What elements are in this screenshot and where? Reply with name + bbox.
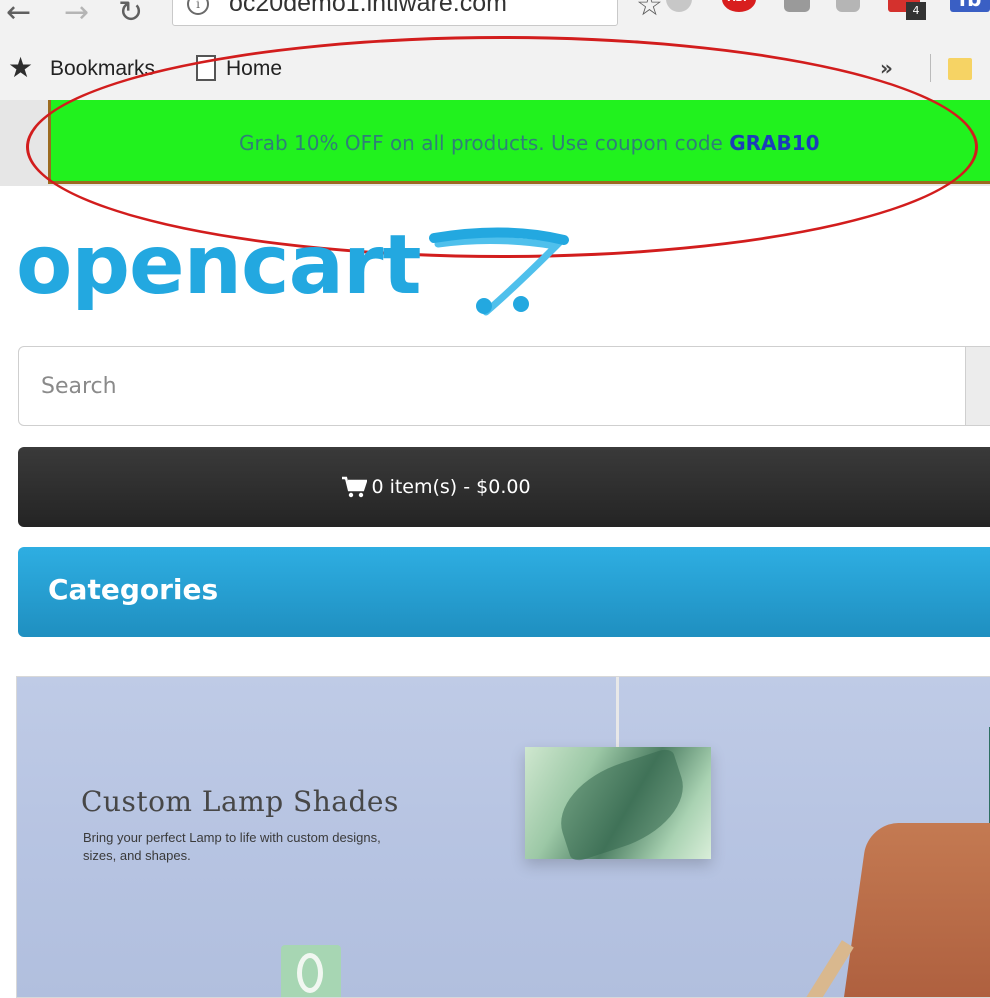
chair-image <box>837 823 990 997</box>
coupon-code: GRAB10 <box>729 131 820 155</box>
cart-button[interactable]: 0 item(s) - $0.00 <box>18 447 990 527</box>
promo-message: Grab 10% OFF on all products. Use coupon… <box>239 131 820 155</box>
bookmarks-star-icon: ★ <box>8 51 34 84</box>
reload-icon[interactable]: ↻ <box>118 0 143 28</box>
address-bar[interactable]: i oc20demo1.intiware.com <box>172 0 618 26</box>
promo-section: Grab 10% OFF on all products. Use coupon… <box>0 100 990 186</box>
site-info-icon[interactable]: i <box>187 0 209 15</box>
small-lamp-logo <box>297 953 323 993</box>
banner-heading: Custom Lamp Shades <box>81 785 399 818</box>
extension-badge: 4 <box>906 2 926 20</box>
address-bar-url: oc20demo1.intiware.com <box>229 0 507 17</box>
bookmark-folder-icon[interactable] <box>948 58 972 80</box>
categories-menu[interactable]: Categories <box>18 547 990 637</box>
promo-bar: Grab 10% OFF on all products. Use coupon… <box>48 100 990 184</box>
page-icon <box>196 55 216 81</box>
back-arrow-icon[interactable]: ← <box>6 0 31 28</box>
bookmarks-divider <box>930 54 931 82</box>
cart-summary: 0 item(s) - $0.00 <box>371 476 531 498</box>
bookmarks-bar: ★ Bookmarks Home » <box>0 52 990 86</box>
puzzle-extension-icon[interactable] <box>836 0 860 12</box>
store-logo[interactable]: opencart <box>16 216 576 326</box>
hero-banner[interactable]: Custom Lamp Shades Bring your perfect La… <box>16 676 990 998</box>
browser-nav-row: ← → ↻ i oc20demo1.intiware.com ☆ ABP 4 f… <box>0 0 990 38</box>
adblock-icon[interactable]: ABP <box>722 0 756 12</box>
shopping-cart-icon <box>342 476 368 498</box>
search-button[interactable] <box>965 347 990 425</box>
promo-text: Grab 10% OFF on all products. Use coupon… <box>239 131 730 155</box>
bookmarks-folder-link[interactable]: Bookmarks <box>50 57 155 81</box>
home-bookmark-link[interactable]: Home <box>226 57 282 81</box>
browser-chrome: ← → ↻ i oc20demo1.intiware.com ☆ ABP 4 f… <box>0 0 990 100</box>
box-extension-icon[interactable] <box>784 0 810 12</box>
cart-swoosh-icon <box>429 227 569 316</box>
fb-extension-icon[interactable]: fb <box>950 0 990 12</box>
search-input[interactable] <box>19 347 964 425</box>
more-bookmarks-button[interactable]: » <box>880 56 893 80</box>
lamp-cord <box>616 677 619 749</box>
cart-button-content: 0 item(s) - $0.00 <box>0 447 926 527</box>
categories-title: Categories <box>48 573 219 606</box>
gray-extension-icon[interactable] <box>666 0 692 12</box>
banner-subtext: Bring your perfect Lamp to life with cus… <box>83 830 381 863</box>
bookmark-star-icon[interactable]: ☆ <box>636 0 663 23</box>
forward-arrow-icon[interactable]: → <box>64 0 89 28</box>
search-bar <box>18 346 990 426</box>
